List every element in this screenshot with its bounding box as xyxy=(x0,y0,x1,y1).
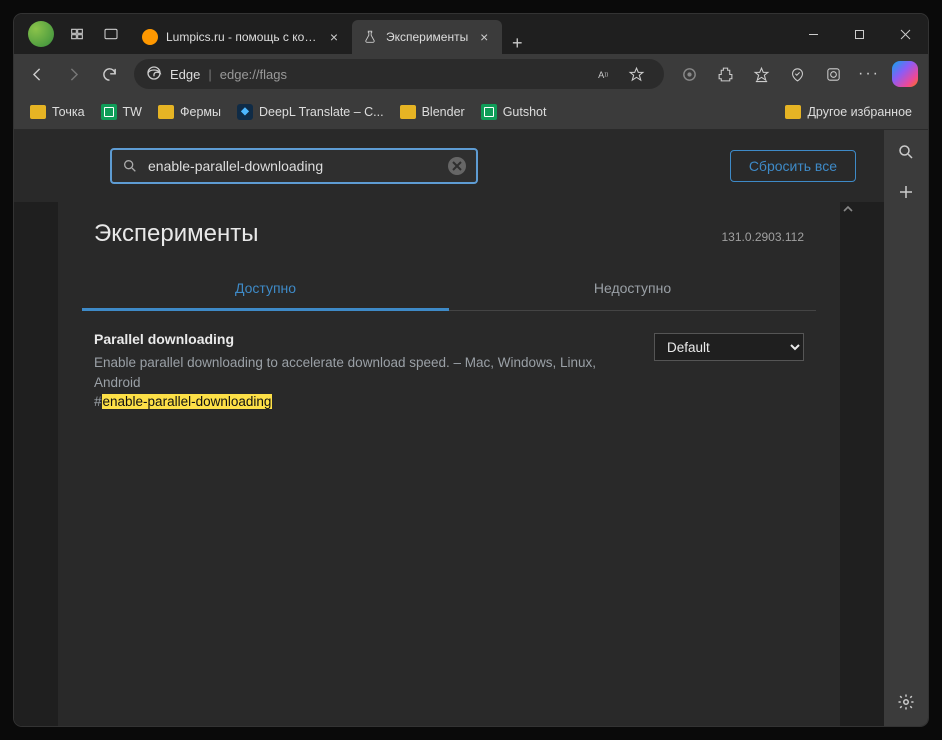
bookmark-gutshot[interactable]: Gutshot xyxy=(473,98,555,126)
flag-text: Parallel downloading Enable parallel dow… xyxy=(94,331,634,409)
read-aloud-icon[interactable]: A)) xyxy=(588,58,620,90)
search-icon xyxy=(122,158,138,174)
bookmark-tochka[interactable]: Точка xyxy=(22,98,93,126)
search-box[interactable] xyxy=(110,148,478,184)
hash-symbol: # xyxy=(94,394,102,409)
sheet-icon xyxy=(481,104,497,120)
reset-all-button[interactable]: Сбросить все xyxy=(730,150,856,182)
favicon-lumpics-icon xyxy=(142,29,158,45)
addr-actions: A)) xyxy=(588,58,652,90)
bookmark-label: Другое избранное xyxy=(807,105,912,119)
favorite-icon[interactable] xyxy=(620,58,652,90)
bookmark-fermy[interactable]: Фермы xyxy=(150,98,229,126)
bookmark-tw[interactable]: TW xyxy=(93,98,150,126)
copilot-button[interactable] xyxy=(888,58,922,90)
flags-body: Эксперименты 131.0.2903.112 Доступно Нед… xyxy=(58,202,840,726)
bookmark-label: DeepL Translate – С... xyxy=(259,105,384,119)
sheet-icon xyxy=(101,104,117,120)
bookmark-label: Точка xyxy=(52,105,85,119)
flags-page: Сбросить все Эксперименты 131.0.2903.112… xyxy=(14,130,884,726)
tab-unavailable[interactable]: Недоступно xyxy=(449,268,816,311)
close-icon[interactable]: × xyxy=(326,29,342,45)
tab-actions-icon[interactable] xyxy=(94,19,128,49)
bookmark-label: TW xyxy=(123,105,142,119)
more-menu-icon[interactable]: ··· xyxy=(852,58,886,90)
bookmark-label: Blender xyxy=(422,105,465,119)
content-area: Сбросить все Эксперименты 131.0.2903.112… xyxy=(14,130,928,726)
tab-available[interactable]: Доступно xyxy=(82,268,449,311)
extensions-icon[interactable] xyxy=(708,58,742,90)
tab-experiments[interactable]: Эксперименты × xyxy=(352,20,502,54)
tab-lumpics[interactable]: Lumpics.ru - помощь с компьюте × xyxy=(132,20,352,54)
site-identity: Edge xyxy=(170,67,200,82)
bookmark-label: Фермы xyxy=(180,105,221,119)
edge-icon xyxy=(146,65,162,84)
flag-tabs: Доступно Недоступно xyxy=(82,268,816,311)
folder-icon xyxy=(785,105,801,119)
browser-window: Lumpics.ru - помощь с компьюте × Экспери… xyxy=(14,14,928,726)
folder-icon xyxy=(158,105,174,119)
sidebar-settings-icon[interactable] xyxy=(890,686,922,718)
performance-icon[interactable] xyxy=(780,58,814,90)
separator: | xyxy=(208,67,211,82)
url-text: edge://flags xyxy=(220,67,287,82)
minimize-button[interactable] xyxy=(790,14,836,54)
tab-label: Эксперименты xyxy=(386,30,468,44)
tab-label: Lumpics.ru - помощь с компьюте xyxy=(166,30,318,44)
sidebar-add-icon[interactable] xyxy=(890,176,922,208)
bookmark-blender[interactable]: Blender xyxy=(392,98,473,126)
flag-select[interactable]: Default xyxy=(654,333,804,361)
refresh-button[interactable] xyxy=(92,58,126,90)
scroll-up-icon[interactable] xyxy=(842,202,854,214)
right-sidebar xyxy=(884,130,928,726)
bookmarks-bar: Точка TW Фермы ◆ DeepL Translate – С... B… xyxy=(14,94,928,130)
copilot-icon xyxy=(892,61,918,87)
heading-row: Эксперименты 131.0.2903.112 xyxy=(82,212,816,252)
bookmark-label: Gutshot xyxy=(503,105,547,119)
sidebar-search-icon[interactable] xyxy=(890,136,922,168)
address-bar[interactable]: Edge | edge://flags A)) xyxy=(134,59,664,89)
forward-button[interactable] xyxy=(56,58,90,90)
version-label: 131.0.2903.112 xyxy=(721,230,804,244)
flag-title: Parallel downloading xyxy=(94,331,634,347)
back-button[interactable] xyxy=(20,58,54,90)
new-tab-button[interactable]: + xyxy=(502,33,532,54)
favorites-icon[interactable] xyxy=(744,58,778,90)
bookmark-other[interactable]: Другое избранное xyxy=(777,98,920,126)
page-title: Эксперименты xyxy=(94,220,258,248)
tab-strip: Lumpics.ru - помощь с компьюте × Экспери… xyxy=(132,14,790,54)
flag-description: Enable parallel downloading to accelerat… xyxy=(94,353,634,394)
folder-icon xyxy=(400,105,416,119)
flag-id-highlight: enable-parallel-downloading xyxy=(102,394,273,409)
search-row: Сбросить все xyxy=(14,148,884,202)
window-controls xyxy=(790,14,928,54)
folder-icon xyxy=(30,105,46,119)
clear-search-button[interactable] xyxy=(448,157,466,175)
close-icon[interactable]: × xyxy=(476,29,492,45)
bookmark-deepl[interactable]: ◆ DeepL Translate – С... xyxy=(229,98,392,126)
svg-text:)): )) xyxy=(604,71,608,77)
browser-essentials-icon[interactable] xyxy=(816,58,850,90)
search-input[interactable] xyxy=(148,158,438,174)
close-window-button[interactable] xyxy=(882,14,928,54)
maximize-button[interactable] xyxy=(836,14,882,54)
titlebar: Lumpics.ru - помощь с компьюте × Экспери… xyxy=(14,14,928,54)
tracking-icon[interactable] xyxy=(672,58,706,90)
toolbar: Edge | edge://flags A)) ··· xyxy=(14,54,928,94)
profile-avatar[interactable] xyxy=(28,21,54,47)
workspaces-icon[interactable] xyxy=(60,19,94,49)
deepl-icon: ◆ xyxy=(237,104,253,120)
flag-item: Parallel downloading Enable parallel dow… xyxy=(82,311,816,429)
flag-id: #enable-parallel-downloading xyxy=(94,394,634,409)
favicon-flask-icon xyxy=(362,29,378,45)
flags-header: Сбросить все xyxy=(14,130,884,202)
